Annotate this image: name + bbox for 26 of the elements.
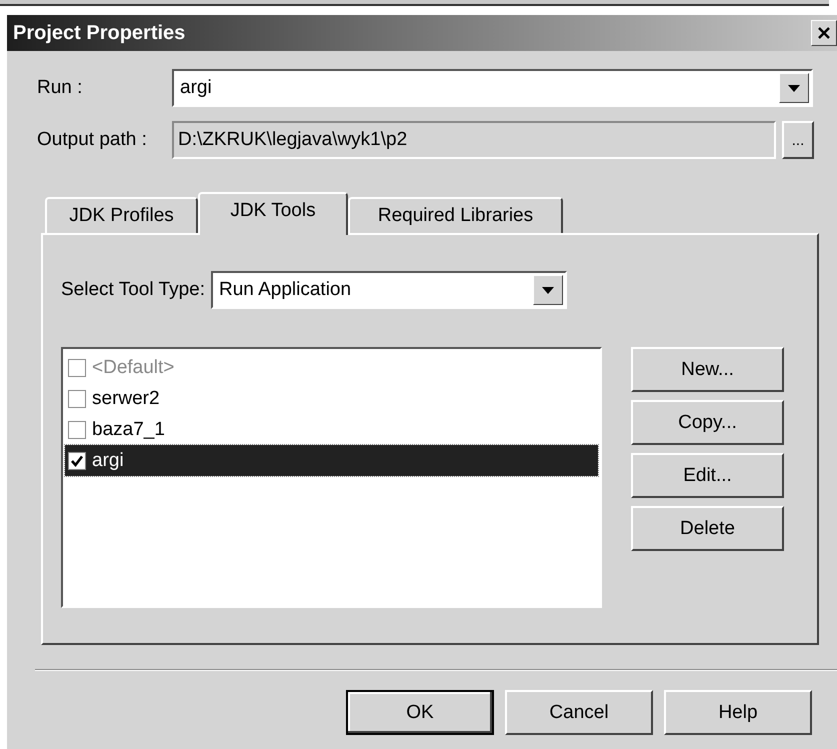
list-item[interactable]: serwer2	[92, 388, 160, 410]
checkbox[interactable]	[68, 452, 86, 470]
dialog-button[interactable]: Cancel	[505, 690, 653, 735]
browse-button[interactable]: ...	[782, 121, 814, 159]
run-dropdown[interactable]: argi	[172, 69, 813, 107]
list-item[interactable]: argi	[92, 450, 124, 472]
output-path-field[interactable]: D:\ZKRUK\legjava\wyk1\p2	[172, 121, 776, 159]
window-title: Project Properties	[13, 22, 186, 44]
close-icon	[817, 26, 831, 40]
close-button[interactable]	[811, 20, 837, 46]
tool-type-label: Select Tool Type:	[61, 279, 206, 301]
output-path-label: Output path :	[37, 129, 148, 151]
tool-type-dropdown[interactable]: Run Application	[211, 271, 568, 309]
tab[interactable]: JDK Tools	[198, 192, 348, 235]
tab[interactable]: JDK Profiles	[45, 197, 198, 233]
list-item[interactable]: baza7_1	[92, 418, 165, 440]
checkbox[interactable]	[68, 390, 86, 408]
dialog-button[interactable]: OK	[346, 690, 494, 735]
tool-button[interactable]: New...	[631, 347, 784, 392]
run-label: Run :	[37, 77, 84, 99]
tab[interactable]: Required Libraries	[348, 197, 563, 233]
tool-button[interactable]: Copy...	[631, 400, 784, 445]
dialog-button[interactable]: Help	[664, 690, 812, 735]
checkbox[interactable]	[68, 420, 86, 438]
tool-button[interactable]: Edit...	[631, 453, 784, 498]
tool-button[interactable]: Delete	[631, 506, 784, 551]
